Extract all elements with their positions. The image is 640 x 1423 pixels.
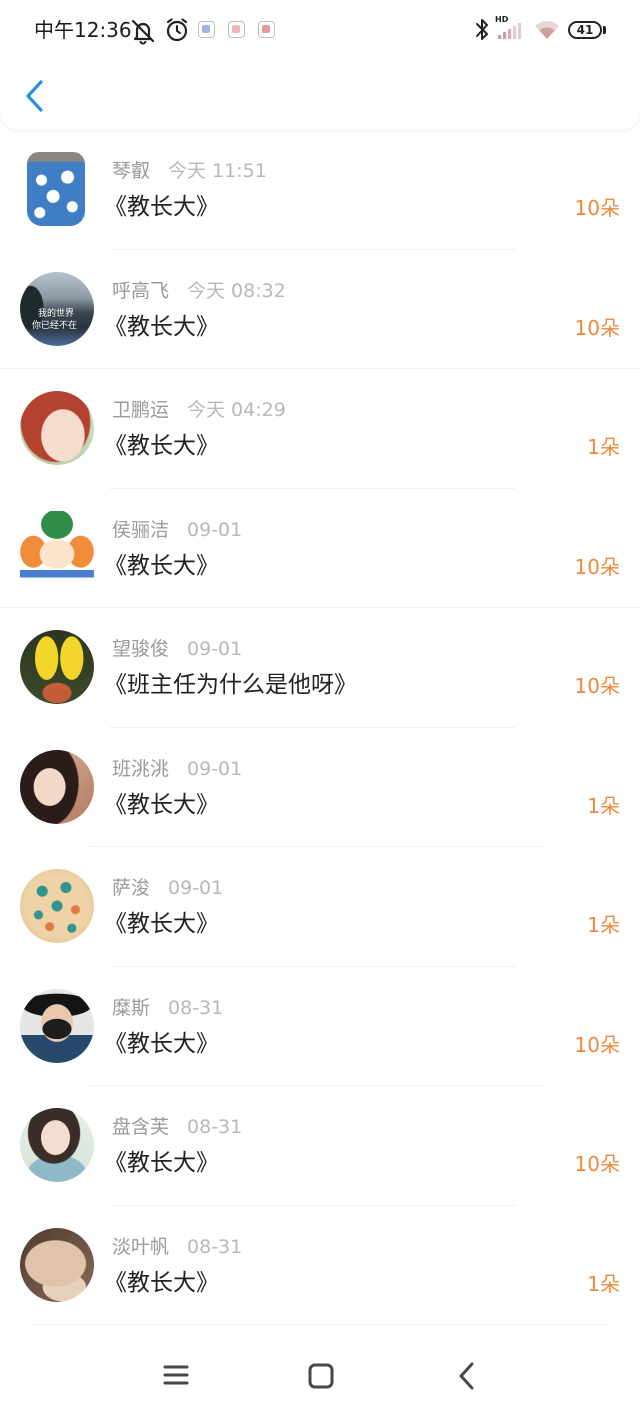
timestamp: 今天 04:29 — [187, 399, 286, 421]
avatar[interactable] — [27, 152, 85, 226]
row-meta: 卫鹏运 今天 04:29 — [112, 398, 286, 422]
list-item[interactable]: 望骏俊 09-01 《班主任为什么是他呀》 10朵 — [0, 608, 640, 728]
row-meta: 萨浚 09-01 — [112, 876, 223, 900]
menu-icon[interactable] — [163, 1364, 189, 1386]
timestamp: 08-31 — [168, 996, 224, 1019]
row-meta: 糜斯 08-31 — [112, 996, 223, 1020]
flower-count: 10朵 — [574, 674, 620, 698]
system-nav-bar — [0, 1330, 640, 1423]
row-meta: 侯骊洁 09-01 — [112, 518, 242, 542]
timestamp: 09-01 — [187, 757, 243, 780]
user-name[interactable]: 盘含芙 — [112, 1116, 169, 1138]
flower-count: 10朵 — [574, 196, 620, 220]
list-item[interactable]: 盘含芙 08-31 《教长大》 10朵 — [0, 1086, 640, 1206]
avatar[interactable] — [20, 391, 94, 465]
book-title[interactable]: 《教长大》 — [104, 1030, 219, 1059]
book-title[interactable]: 《教长大》 — [104, 313, 219, 342]
row-meta: 呼高飞 今天 08:32 — [112, 279, 286, 303]
home-icon[interactable] — [308, 1363, 334, 1389]
list-item[interactable]: 班洮洮 09-01 《教长大》 1朵 — [0, 728, 640, 847]
app-notification-icon — [198, 21, 215, 38]
list-item[interactable]: 淡叶帆 08-31 《教长大》 1朵 — [0, 1206, 640, 1325]
alarm-icon — [166, 18, 188, 42]
book-title[interactable]: 《教长大》 — [104, 791, 219, 820]
user-name[interactable]: 琴叡 — [112, 160, 150, 182]
row-meta: 淡叶帆 08-31 — [112, 1235, 242, 1259]
book-title[interactable]: 《教长大》 — [104, 910, 219, 939]
row-meta: 望骏俊 09-01 — [112, 637, 242, 661]
divider — [30, 1324, 610, 1325]
flower-record-list: 琴叡 今天 11:51 《教长大》 10朵 我的世界 你已经不在 呼高飞 今天 08:32 《教… — [0, 130, 640, 1325]
user-name[interactable]: 萨浚 — [112, 877, 150, 899]
avatar[interactable] — [20, 869, 94, 943]
wifi-icon — [535, 21, 559, 39]
list-item[interactable]: 萨浚 09-01 《教长大》 1朵 — [0, 847, 640, 967]
book-title[interactable]: 《教长大》 — [104, 432, 219, 461]
avatar[interactable] — [20, 630, 94, 704]
timestamp: 今天 11:51 — [168, 160, 267, 182]
flower-count: 1朵 — [587, 913, 620, 937]
avatar-caption: 你已经不在 — [32, 320, 78, 331]
list-item[interactable]: 卫鹏运 今天 04:29 《教长大》 1朵 — [0, 369, 640, 489]
book-title[interactable]: 《教长大》 — [104, 552, 219, 581]
row-meta: 盘含芙 08-31 — [112, 1115, 242, 1139]
book-title[interactable]: 《教长大》 — [104, 193, 219, 222]
bell-off-icon — [131, 19, 155, 45]
list-item[interactable]: 糜斯 08-31 《教长大》 10朵 — [0, 967, 640, 1086]
avatar-caption: 我的世界 — [38, 308, 75, 319]
avatar[interactable] — [20, 749, 94, 824]
list-item[interactable]: 我的世界 你已经不在 呼高飞 今天 08:32 《教长大》 10朵 — [0, 250, 640, 369]
list-item[interactable]: 侯骊洁 09-01 《教长大》 10朵 — [0, 489, 640, 608]
avatar[interactable]: 我的世界 你已经不在 — [20, 271, 94, 346]
avatar[interactable] — [20, 1227, 94, 1302]
bluetooth-icon — [476, 19, 488, 40]
timestamp: 今天 08:32 — [187, 279, 286, 302]
flower-count: 1朵 — [587, 435, 620, 459]
avatar[interactable] — [20, 988, 94, 1063]
battery-nub — [603, 26, 606, 34]
app-notification-icon — [258, 21, 275, 38]
list-item[interactable]: 琴叡 今天 11:51 《教长大》 10朵 — [0, 130, 640, 250]
timestamp: 09-01 — [187, 638, 243, 660]
chevron-left-icon[interactable] — [22, 78, 48, 114]
user-name[interactable]: 卫鹏运 — [112, 399, 169, 421]
book-title[interactable]: 《教长大》 — [104, 1269, 219, 1298]
back-icon[interactable] — [457, 1361, 477, 1391]
user-name[interactable]: 班洮洮 — [112, 758, 169, 780]
timestamp: 08-31 — [187, 1116, 243, 1138]
flower-count: 10朵 — [574, 1032, 620, 1057]
flower-count: 10朵 — [574, 554, 620, 579]
flower-count: 1朵 — [587, 793, 620, 818]
row-meta: 班洮洮 09-01 — [112, 757, 242, 781]
timestamp: 08-31 — [187, 1235, 243, 1258]
user-name[interactable]: 望骏俊 — [112, 638, 169, 660]
avatar[interactable] — [20, 510, 94, 585]
book-title[interactable]: 《教长大》 — [104, 1149, 219, 1178]
app-notification-icon — [228, 21, 245, 38]
top-bar: 中午12:36 HD 41 — [0, 0, 640, 130]
user-name[interactable]: 淡叶帆 — [112, 1236, 169, 1258]
timestamp: 09-01 — [187, 518, 243, 541]
flower-count: 10朵 — [574, 315, 620, 340]
status-time: 中午12:36 — [34, 18, 132, 42]
user-name[interactable]: 糜斯 — [112, 997, 150, 1019]
row-meta: 琴叡 今天 11:51 — [112, 159, 267, 183]
flower-count: 1朵 — [587, 1271, 620, 1296]
user-name[interactable]: 侯骊洁 — [112, 519, 169, 541]
battery-icon: 41 — [568, 21, 602, 39]
signal-icon — [498, 23, 522, 39]
flower-count: 10朵 — [574, 1152, 620, 1176]
user-name[interactable]: 呼高飞 — [112, 280, 169, 302]
book-title[interactable]: 《班主任为什么是他呀》 — [104, 671, 357, 700]
avatar[interactable] — [20, 1108, 94, 1182]
timestamp: 09-01 — [168, 877, 224, 899]
